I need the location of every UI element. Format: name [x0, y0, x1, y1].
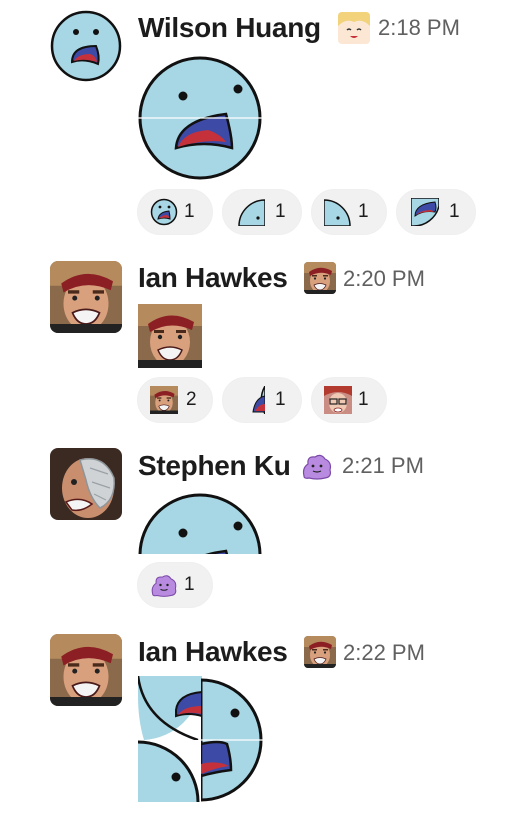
- avatar-ian-hawkes[interactable]: [50, 261, 122, 333]
- avatar-stephen-ku[interactable]: [50, 448, 122, 520]
- reaction-pill[interactable]: 1: [311, 189, 387, 235]
- anime-girl-emoji-icon: [338, 12, 370, 44]
- blue-face-top-half-attachment[interactable]: [138, 493, 262, 554]
- blue-face-piece-top-right-icon: [324, 199, 351, 226]
- message-timestamp[interactable]: 2:18 PM: [378, 12, 460, 44]
- screaming-blue-face-attachment[interactable]: [138, 56, 262, 180]
- angry-man-attachment[interactable]: [138, 304, 202, 368]
- blue-face-mouth-piece-icon: [252, 386, 265, 414]
- blue-face-piece-right-attachment[interactable]: [201, 678, 263, 802]
- blue-face-emoji-icon: [150, 198, 178, 226]
- author-name[interactable]: Ian Hawkes: [138, 262, 288, 294]
- blue-face-icon: [50, 10, 122, 82]
- blue-face-piece-left-attachment[interactable]: [138, 740, 200, 804]
- reaction-count: 1: [184, 201, 195, 222]
- reaction-count: 1: [275, 201, 286, 222]
- author-name[interactable]: Wilson Huang: [138, 12, 321, 44]
- angry-man-icon: [50, 261, 122, 333]
- angry-man-emoji-icon: [150, 386, 178, 414]
- reaction-pill[interactable]: 1: [311, 377, 387, 423]
- author-name[interactable]: Stephen Ku: [138, 450, 291, 482]
- message-timestamp[interactable]: 2:21 PM: [342, 450, 424, 482]
- reaction-pill[interactable]: 2: [137, 377, 213, 423]
- message-timestamp[interactable]: 2:20 PM: [343, 263, 425, 295]
- reaction-pill[interactable]: 1: [222, 377, 302, 423]
- message-timestamp[interactable]: 2:22 PM: [343, 637, 425, 669]
- author-name[interactable]: Ian Hawkes: [138, 636, 288, 668]
- reaction-count: 1: [184, 574, 195, 595]
- avatar-ian-hawkes[interactable]: [50, 634, 122, 706]
- red-hair-glasses-face-icon: [324, 386, 352, 414]
- purple-blob-emoji-icon: [301, 450, 333, 482]
- reaction-count: 2: [186, 389, 197, 410]
- reaction-count: 1: [275, 389, 286, 410]
- blue-face-piece-top-left-icon: [238, 199, 265, 226]
- reaction-count: 1: [449, 201, 460, 222]
- reaction-count: 1: [358, 389, 369, 410]
- blue-face-piece-mouth-icon: [411, 198, 439, 226]
- angry-man-icon: [50, 634, 122, 706]
- reaction-pill[interactable]: 1: [137, 562, 213, 608]
- purple-blob-emoji-icon: [151, 575, 177, 597]
- reaction-pill[interactable]: 1: [137, 189, 213, 235]
- avatar-wilson-huang[interactable]: [50, 10, 122, 82]
- angry-man-emoji-icon: [304, 262, 336, 294]
- tinfoil-face-icon: [50, 448, 122, 520]
- blue-face-piece-mouth-attachment[interactable]: [138, 676, 202, 740]
- reaction-pill[interactable]: 1: [396, 189, 476, 235]
- reaction-pill[interactable]: 1: [222, 189, 302, 235]
- angry-man-emoji-icon: [304, 636, 336, 668]
- reaction-count: 1: [358, 201, 369, 222]
